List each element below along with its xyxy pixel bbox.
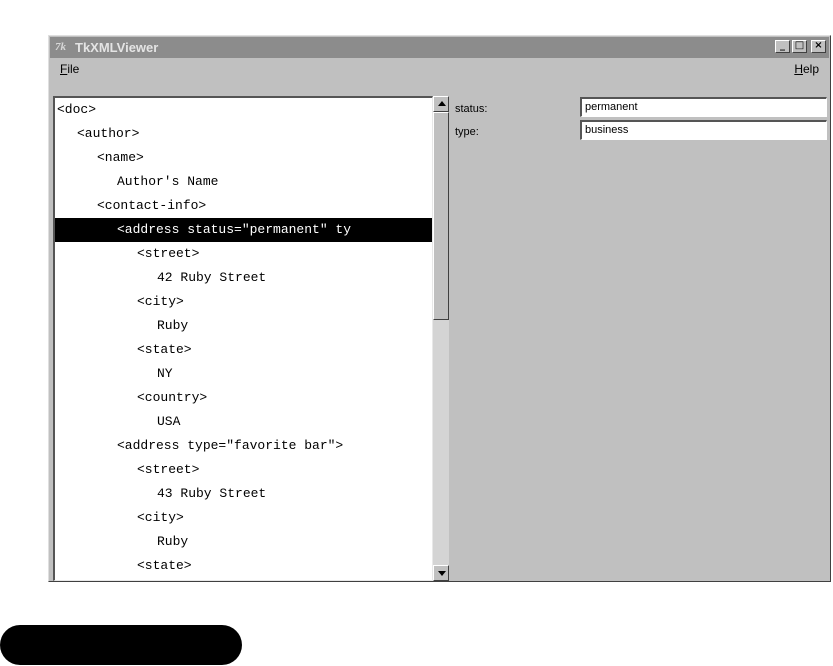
scroll-down-button[interactable] <box>433 565 449 581</box>
tree-node[interactable]: <city> <box>55 506 184 530</box>
attr-type-field[interactable]: business <box>580 120 827 140</box>
redaction-bar <box>0 625 242 665</box>
arrow-down-icon <box>438 571 446 576</box>
tree-node-selected[interactable]: <address status="permanent" ty <box>55 218 432 242</box>
menu-file[interactable]: File <box>60 62 79 76</box>
attr-status-field[interactable]: permanent <box>580 97 827 117</box>
tree-node[interactable]: <street> <box>55 242 199 266</box>
tree-node[interactable]: Author's Name <box>55 170 218 194</box>
minimize-icon[interactable]: _ <box>775 40 790 53</box>
menu-bar: File Help <box>50 59 829 79</box>
tree-node[interactable]: <author> <box>55 122 139 146</box>
tree-node[interactable]: <state> <box>55 338 192 362</box>
tree-node[interactable]: <country> <box>55 386 207 410</box>
tree-node[interactable]: Ruby <box>55 530 188 554</box>
menu-help[interactable]: Help <box>794 62 819 76</box>
tree-node[interactable]: 42 Ruby Street <box>55 266 266 290</box>
arrow-up-icon <box>438 101 446 106</box>
menu-help-mnemonic: H <box>794 62 803 76</box>
xml-tree-view[interactable]: <doc> <author> <name> Author's Name <contact… <box>53 96 433 581</box>
tree-scrollbar[interactable] <box>433 96 449 581</box>
attr-status-label: status: <box>455 103 488 115</box>
tree-node[interactable]: <street> <box>55 458 199 482</box>
tk-app-icon: 7k <box>55 41 66 53</box>
scroll-thumb[interactable] <box>433 112 449 320</box>
menu-file-label: ile <box>67 62 80 76</box>
tree-node[interactable]: USA <box>55 410 180 434</box>
attr-type-label: type: <box>455 126 479 138</box>
scroll-up-button[interactable] <box>433 96 449 112</box>
tree-node[interactable]: <contact-info> <box>55 194 206 218</box>
app-window: 7k TkXMLViewer _ □ × File Help <doc> <aut… <box>48 35 831 582</box>
tree-node[interactable]: <name> <box>55 146 144 170</box>
tree-node[interactable]: <state> <box>55 554 192 578</box>
tree-node[interactable]: Ruby <box>55 314 188 338</box>
title-bar[interactable]: 7k TkXMLViewer _ □ × <box>50 37 829 58</box>
maximize-icon[interactable]: □ <box>792 40 807 53</box>
close-icon[interactable]: × <box>811 40 826 53</box>
tree-node[interactable]: <city> <box>55 290 184 314</box>
tree-node[interactable]: <address type="favorite bar"> <box>55 434 343 458</box>
window-title: TkXMLViewer <box>75 40 159 55</box>
tree-node[interactable]: <doc> <box>55 98 96 122</box>
tree-node[interactable]: NY <box>55 362 173 386</box>
tree-node[interactable]: 43 Ruby Street <box>55 482 266 506</box>
menu-help-label: elp <box>802 62 819 76</box>
window-controls: _ □ × <box>775 40 826 53</box>
